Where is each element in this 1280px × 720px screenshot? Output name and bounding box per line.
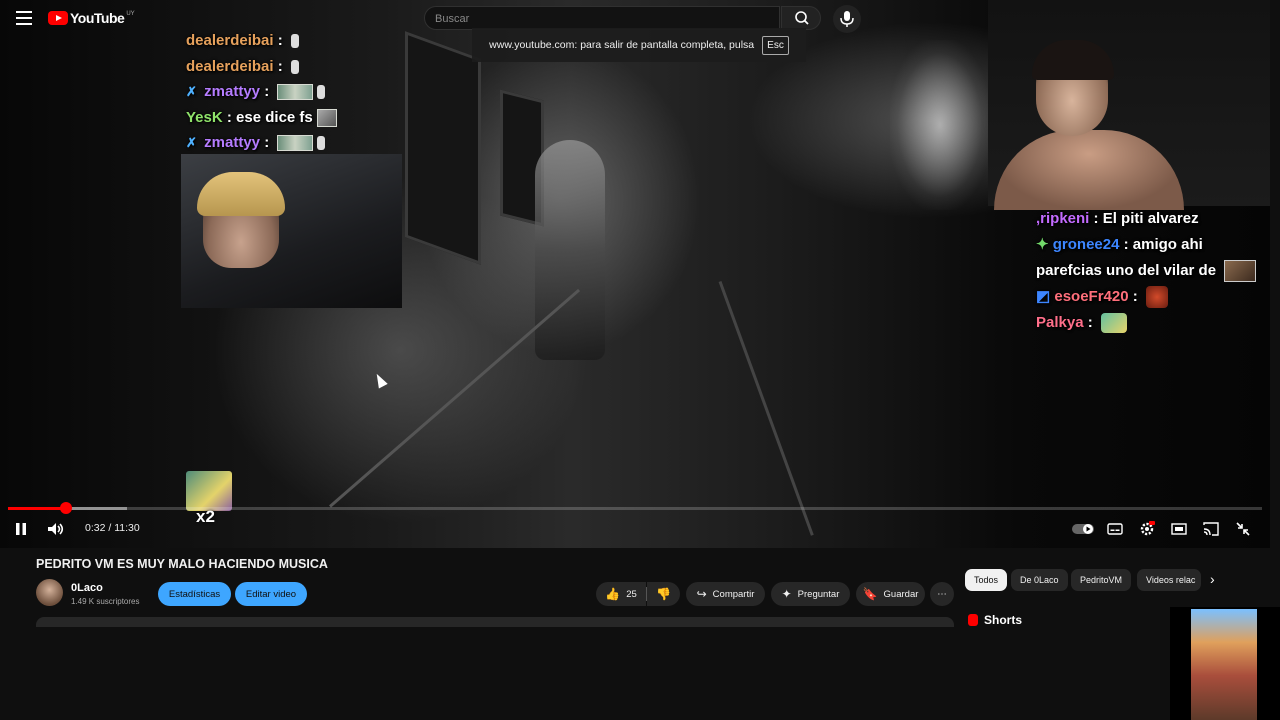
reactor-webcam	[988, 0, 1270, 210]
shorts-icon	[968, 614, 978, 626]
chat-overlay-right: ,ripkeni : El piti alvarez ✦ gronee24 : …	[1036, 206, 1270, 336]
chat-message: ✦ gronee24 : amigo ahi parefcias uno del…	[1036, 232, 1270, 284]
miniplayer-button[interactable]	[1162, 512, 1196, 546]
youtube-logo[interactable]: YouTube UY	[48, 10, 135, 26]
chat-message: ◩ esoeFr420 :	[1036, 284, 1270, 310]
emote-icon	[317, 85, 326, 100]
subtitles-icon	[1107, 523, 1123, 535]
star-badge-icon: ✦	[1036, 236, 1049, 253]
youtube-play-icon	[48, 11, 68, 25]
description-box[interactable]	[36, 617, 954, 627]
microphone-icon	[840, 11, 854, 27]
time-display: 0:32 / 11:30	[85, 522, 140, 534]
short-thumbnail[interactable]	[1170, 607, 1280, 720]
subtitles-button[interactable]	[1098, 512, 1132, 546]
volume-button[interactable]	[39, 512, 73, 546]
ask-button[interactable]: ✦ Preguntar	[771, 582, 850, 606]
chat-message: ✗ zmattyy :	[186, 130, 337, 156]
wall-painting	[405, 31, 481, 265]
video-title: PEDRITO VM ES MUY MALO HACIENDO MUSICA	[36, 557, 328, 571]
emote-icon	[1100, 313, 1127, 334]
sparkle-icon: ✦	[781, 587, 792, 601]
chip-pedritovm[interactable]: PedritoVM	[1071, 569, 1132, 591]
search-button[interactable]	[781, 6, 821, 30]
emote-icon	[1145, 286, 1168, 309]
progress-bar[interactable]	[8, 502, 1262, 514]
chat-message: ✗ zmattyy :	[186, 79, 337, 105]
player-controls: 0:32 / 11:30	[0, 512, 1270, 546]
figure-silhouette	[535, 140, 605, 360]
menu-hamburger-icon[interactable]	[16, 11, 32, 25]
webcam-body	[994, 130, 1184, 210]
voice-search-button[interactable]	[833, 5, 861, 33]
chat-overlay-left: dealerdeibai : dealerdeibai : ✗ zmattyy …	[186, 28, 337, 156]
exit-fullscreen-icon	[1236, 522, 1250, 536]
prime-badge-icon: ◩	[1036, 288, 1051, 305]
fullscreen-notice: www.youtube.com: para salir de pantalla …	[472, 28, 806, 62]
sword-badge-icon: ✗	[186, 135, 197, 150]
chip-all[interactable]: Todos	[965, 569, 1008, 591]
exit-fullscreen-button[interactable]	[1226, 512, 1260, 546]
gear-icon	[1140, 521, 1155, 536]
chat-message: dealerdeibai :	[186, 28, 337, 54]
miniplayer-icon	[1171, 523, 1187, 535]
cast-icon	[1203, 522, 1219, 536]
autoplay-toggle[interactable]	[1066, 512, 1100, 546]
emote-icon	[1224, 260, 1257, 283]
more-actions-button[interactable]: ⋯	[930, 582, 954, 606]
share-button[interactable]: ↪ Compartir	[686, 582, 765, 606]
chat-message: dealerdeibai :	[186, 54, 337, 80]
chip-related[interactable]: Videos relac	[1137, 569, 1201, 591]
thumbs-up-icon: 👍	[605, 587, 621, 601]
channel-avatar[interactable]	[36, 579, 63, 606]
stair-rail	[718, 280, 814, 536]
pause-icon	[16, 523, 26, 535]
emote-sticker	[186, 471, 232, 511]
subscriber-count: 1.49 K suscriptores	[71, 597, 140, 606]
search-icon	[795, 11, 809, 25]
streamer-webcam	[181, 154, 402, 308]
bookmark-icon: 🔖	[862, 587, 878, 601]
webcam-hair	[1032, 40, 1114, 80]
esc-key-hint: Esc	[762, 35, 789, 55]
save-button[interactable]: 🔖 Guardar	[856, 582, 925, 606]
chip-from-channel[interactable]: De 0Laco	[1011, 569, 1068, 591]
emote-icon	[290, 59, 299, 74]
edit-video-button[interactable]: Editar video	[235, 582, 307, 606]
dislike-button[interactable]: 👎	[647, 582, 680, 606]
shorts-header: Shorts	[968, 613, 1022, 627]
emote-icon	[317, 136, 326, 151]
emote-icon	[316, 108, 337, 127]
more-dots-icon: ⋯	[937, 588, 947, 600]
webcam-hair	[197, 172, 285, 216]
emote-icon	[277, 135, 314, 152]
chat-message: Palkya :	[1036, 310, 1270, 336]
short-image	[1191, 609, 1257, 720]
chandelier	[890, 40, 990, 210]
volume-icon	[48, 523, 64, 535]
progress-played	[8, 507, 66, 510]
chat-message: YesK : ese dice fs	[186, 105, 337, 131]
stair-rail	[329, 288, 581, 508]
sword-badge-icon: ✗	[186, 84, 197, 99]
cast-button[interactable]	[1194, 512, 1228, 546]
emote-icon	[277, 84, 314, 101]
stats-button[interactable]: Estadísticas	[158, 582, 231, 606]
autoplay-icon	[1072, 524, 1094, 534]
emote-icon	[290, 34, 299, 49]
pause-button[interactable]	[4, 512, 38, 546]
thumbs-down-icon: 👎	[656, 587, 671, 601]
share-icon: ↪	[696, 587, 707, 601]
like-button[interactable]: 👍 25	[596, 582, 646, 606]
search-input[interactable]: Buscar	[424, 6, 780, 30]
settings-button[interactable]	[1130, 512, 1164, 546]
chevron-right-icon[interactable]: ›	[1210, 571, 1215, 587]
channel-name[interactable]: 0Laco	[71, 582, 103, 594]
